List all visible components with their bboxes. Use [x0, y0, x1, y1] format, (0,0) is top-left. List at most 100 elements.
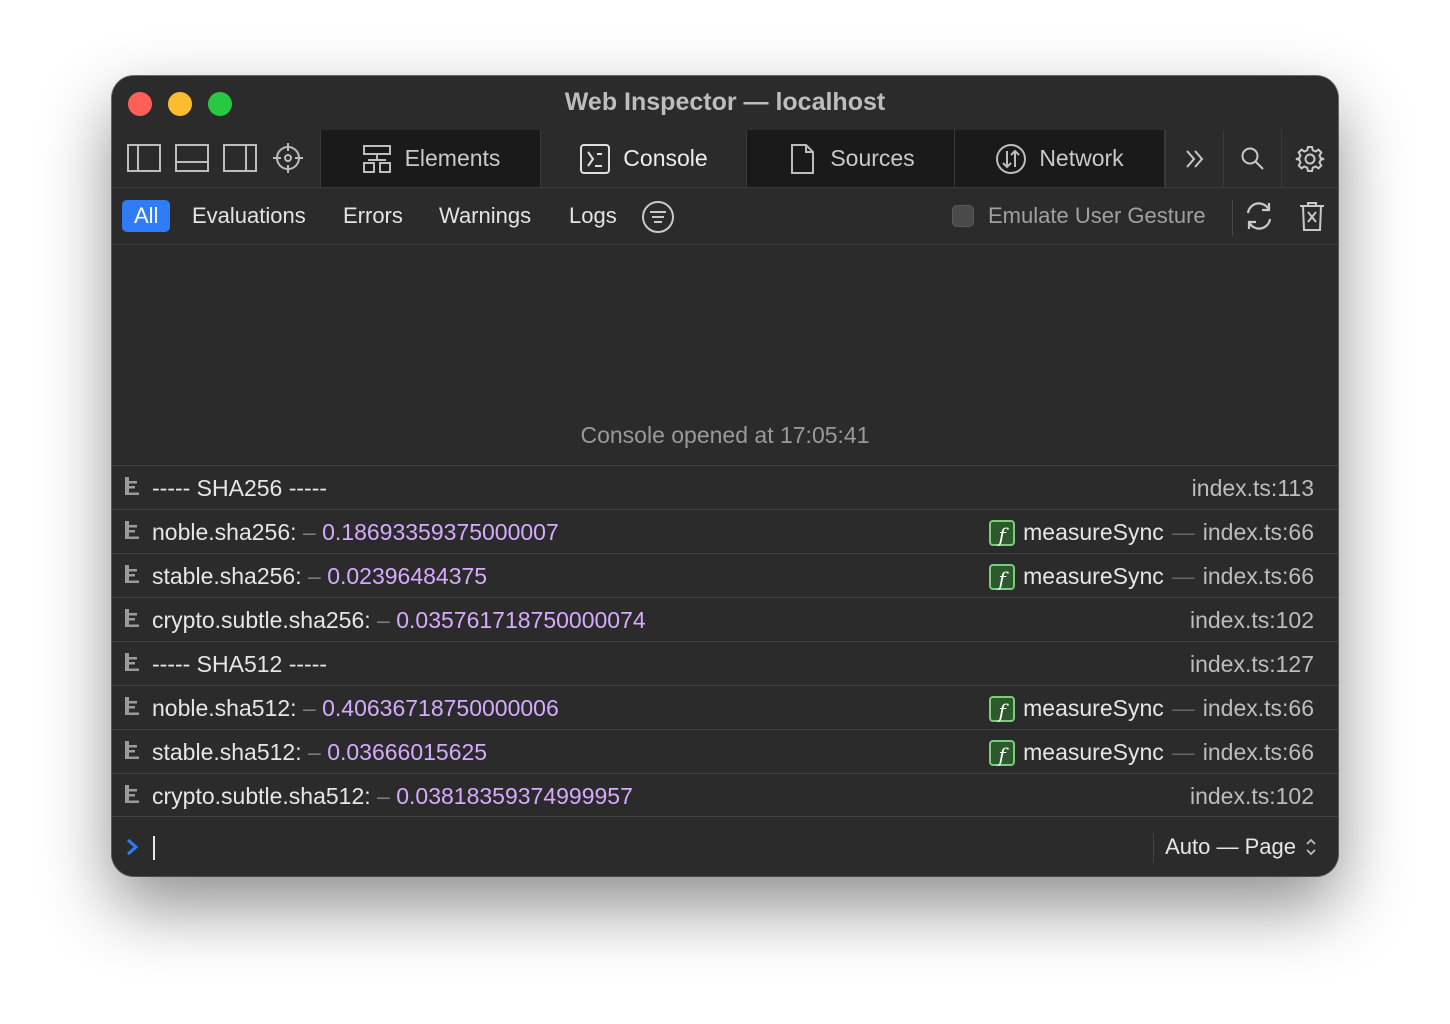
message-dash: –	[377, 607, 390, 633]
console-message-row[interactable]: crypto.subtle.sha256: – 0.03576171875000…	[112, 597, 1338, 640]
message-source[interactable]: index.ts:113	[1192, 475, 1314, 502]
message-source[interactable]: f measureSync — index.ts:66	[989, 563, 1314, 591]
console-message-row[interactable]: ----- SHA256 ----- index.ts:113	[112, 465, 1338, 508]
filter-warnings[interactable]: Warnings	[427, 200, 543, 232]
tab-elements[interactable]: Elements	[321, 130, 541, 187]
log-message-icon	[125, 565, 139, 583]
function-icon: f	[989, 739, 1016, 767]
dock-left-icon[interactable]	[126, 143, 162, 173]
log-message-icon	[125, 741, 139, 759]
message-label: stable.sha512:	[152, 739, 302, 765]
function-name-link[interactable]: measureSync	[1023, 739, 1164, 766]
console-icon	[580, 143, 611, 174]
filter-options-icon[interactable]	[641, 200, 675, 234]
console-output[interactable]: Console opened at 17:05:41 ----- SHA256 …	[112, 245, 1338, 816]
function-name-link[interactable]: measureSync	[1023, 695, 1164, 722]
search-button[interactable]	[1223, 130, 1281, 187]
message-dash: –	[308, 739, 321, 765]
dock-controls	[112, 130, 321, 187]
filter-logs[interactable]: Logs	[557, 200, 629, 232]
search-icon	[1241, 147, 1264, 170]
tab-sources[interactable]: Sources	[747, 130, 955, 187]
title-bar: Web Inspector — localhost	[112, 76, 1338, 130]
source-separator: —	[1171, 519, 1195, 545]
more-tabs-button[interactable]	[1165, 130, 1223, 187]
elements-icon	[362, 144, 391, 173]
source-location-link[interactable]: index.ts:66	[1203, 563, 1314, 590]
console-prompt[interactable]: Auto — Page	[112, 816, 1338, 876]
console-message-row[interactable]: noble.sha256: – 0.18693359375000007 f me…	[112, 509, 1338, 552]
message-number: 0.03666015625	[327, 739, 488, 765]
message-dash: –	[308, 563, 321, 589]
dock-right-icon[interactable]	[222, 143, 258, 173]
gear-icon	[1295, 145, 1325, 172]
message-dash: –	[377, 783, 390, 809]
source-location-link[interactable]: index.ts:127	[1190, 651, 1314, 678]
source-location-link[interactable]: index.ts:102	[1190, 607, 1314, 634]
message-label: crypto.subtle.sha512:	[152, 783, 371, 809]
message-source[interactable]: index.ts:102	[1190, 783, 1314, 810]
source-separator: —	[1171, 563, 1195, 589]
filter-evaluations[interactable]: Evaluations	[180, 200, 318, 232]
tab-label: Elements	[404, 145, 501, 171]
tab-network[interactable]: Network	[955, 130, 1165, 187]
message-source[interactable]: index.ts:127	[1190, 651, 1314, 678]
message-text: ----- SHA512 -----	[152, 651, 327, 678]
log-message-icon	[125, 609, 139, 627]
source-location-link[interactable]: index.ts:66	[1203, 739, 1314, 766]
web-inspector-window: Web Inspector — localhost Elements Conso…	[112, 76, 1338, 876]
function-name-link[interactable]: measureSync	[1023, 519, 1164, 546]
source-separator: —	[1171, 695, 1195, 721]
console-message-row[interactable]: stable.sha256: – 0.02396484375 f measure…	[112, 553, 1338, 596]
prompt-chevron-icon	[127, 838, 139, 856]
settings-button[interactable]	[1281, 130, 1338, 187]
sources-icon	[791, 143, 815, 174]
console-message-row[interactable]: noble.sha512: – 0.40636718750000006 f me…	[112, 685, 1338, 728]
message-number: 0.035761718750000074	[396, 607, 646, 633]
source-location-link[interactable]: index.ts:66	[1203, 519, 1314, 546]
updown-chevron-icon	[1306, 838, 1316, 856]
message-label: ----- SHA512 -----	[152, 651, 328, 677]
message-number: 0.40636718750000006	[322, 695, 559, 721]
message-text: stable.sha512: – 0.03666015625	[152, 739, 487, 766]
message-text: ----- SHA256 -----	[152, 475, 327, 502]
source-location-link[interactable]: index.ts:66	[1203, 695, 1314, 722]
function-icon: f	[989, 695, 1016, 723]
message-dash: –	[302, 519, 316, 545]
message-source[interactable]: f measureSync — index.ts:66	[989, 695, 1314, 723]
emulate-user-gesture-label: Emulate User Gesture	[988, 203, 1206, 228]
filter-errors[interactable]: Errors	[331, 200, 415, 232]
execution-context-select[interactable]: Auto — Page	[1165, 834, 1318, 860]
inspect-element-icon[interactable]	[270, 143, 306, 173]
console-input-caret[interactable]	[153, 836, 155, 860]
message-label: noble.sha512:	[152, 695, 297, 721]
function-name-link[interactable]: measureSync	[1023, 563, 1164, 590]
console-message-row[interactable]: ----- SHA512 ----- index.ts:127	[112, 641, 1338, 684]
log-message-icon	[125, 521, 139, 539]
console-message-row[interactable]: stable.sha512: – 0.03666015625 f measure…	[112, 729, 1338, 772]
tab-console[interactable]: Console	[541, 130, 747, 187]
log-message-icon	[125, 653, 139, 671]
reload-icon[interactable]	[1242, 199, 1276, 233]
tab-bar: Elements Console Sources Network	[112, 130, 1338, 188]
message-source[interactable]: f measureSync — index.ts:66	[989, 739, 1314, 767]
dock-bottom-icon[interactable]	[174, 143, 210, 173]
message-source[interactable]: index.ts:102	[1190, 607, 1314, 634]
emulate-user-gesture[interactable]: Emulate User Gesture	[952, 200, 1206, 232]
message-number: 0.03818359374999957	[396, 783, 633, 809]
filter-all[interactable]: All	[122, 200, 171, 232]
log-message-icon	[125, 477, 139, 495]
message-text: noble.sha512: – 0.40636718750000006	[152, 695, 559, 722]
log-message-icon	[125, 785, 139, 803]
window-title: Web Inspector — localhost	[564, 88, 886, 116]
message-text: noble.sha256: – 0.18693359375000007	[152, 519, 559, 546]
clear-console-icon[interactable]	[1298, 200, 1326, 232]
message-label: noble.sha256:	[152, 519, 297, 545]
message-label: crypto.subtle.sha256:	[152, 607, 371, 633]
source-location-link[interactable]: index.ts:113	[1192, 475, 1314, 502]
tab-label: Sources	[830, 145, 915, 171]
source-location-link[interactable]: index.ts:102	[1190, 783, 1314, 810]
message-source[interactable]: f measureSync — index.ts:66	[989, 519, 1314, 547]
console-message-row[interactable]: crypto.subtle.sha512: – 0.03818359374999…	[112, 773, 1338, 816]
emulate-user-gesture-checkbox[interactable]	[952, 205, 974, 227]
